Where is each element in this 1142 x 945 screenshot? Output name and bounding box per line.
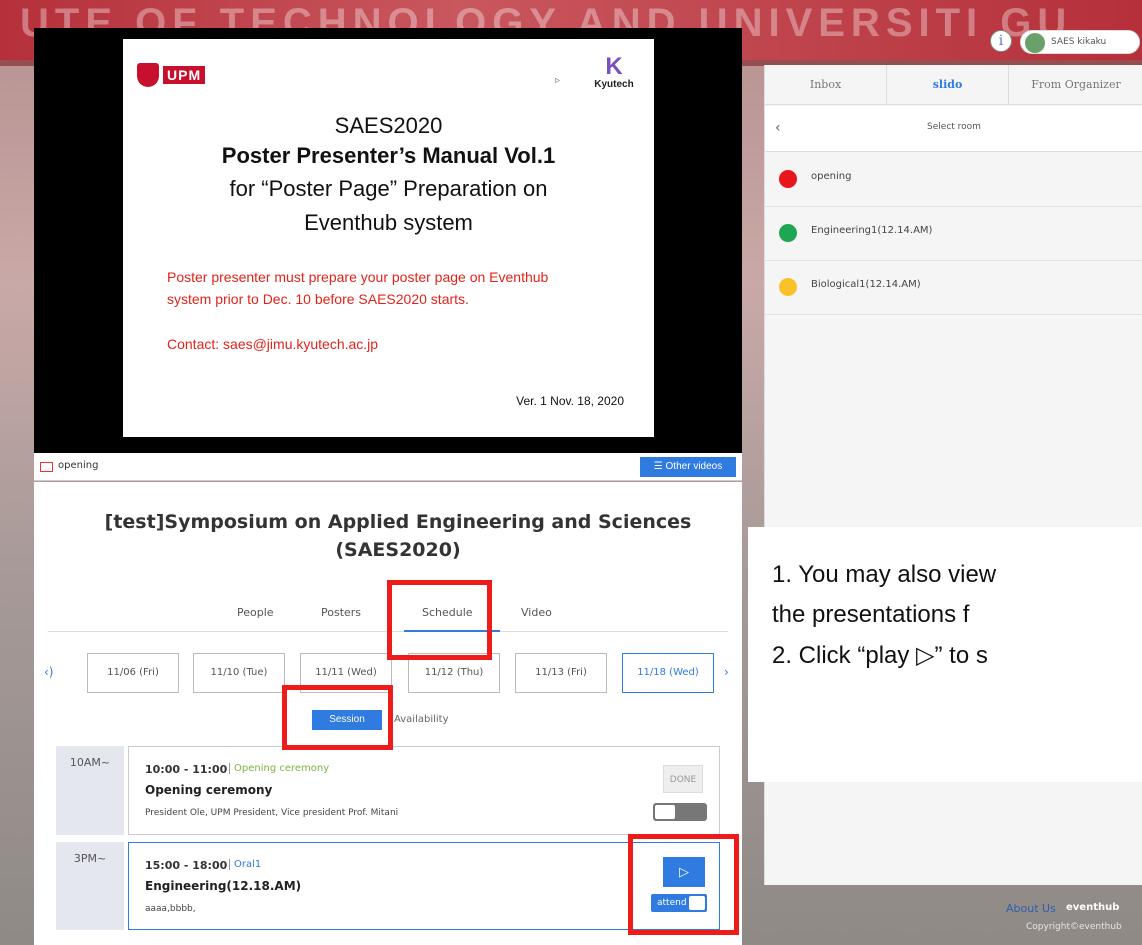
panel-tabs: Inbox slido From Organizer [765, 65, 1142, 105]
date-button[interactable]: 11/10 (Tue) [193, 653, 285, 693]
upm-logo: UPM [137, 61, 227, 89]
date-button-active[interactable]: 11/18 (Wed) [622, 653, 714, 693]
presentation-slide: UPM K Kyutech ▹ SAES2020 Poster Presente… [123, 39, 654, 437]
session-card[interactable]: 10:00 - 11:00 Opening ceremony Opening c… [128, 746, 720, 835]
room-name: opening [811, 171, 852, 182]
mouse-cursor-icon: ▹ [555, 75, 561, 86]
page-title: [test]Symposium on Applied Engineering a… [104, 511, 692, 561]
instruction-line-3: 2. Click “play ▷” to s [772, 642, 988, 669]
highlight-play-button [628, 834, 739, 935]
instruction-box: 1. You may also view the presentations f… [748, 527, 1142, 782]
slide-note-1: Poster presenter must prepare your poste… [167, 269, 549, 285]
room-name: Biological1(12.14.AM) [811, 279, 921, 290]
status-dot-icon [779, 278, 797, 296]
status-dot-icon [779, 170, 797, 188]
date-prev-button[interactable]: ‹) [44, 665, 53, 679]
avatar [1025, 33, 1045, 53]
session-description: President Ole, UPM President, Vice presi… [145, 808, 399, 818]
slide-main-title: Poster Presenter’s Manual Vol.1 [221, 143, 556, 168]
slide-subtitle-2: Eventhub system [304, 210, 473, 235]
upm-crest-icon [137, 63, 159, 87]
video-room-label: opening [58, 460, 99, 471]
session-tag: Opening ceremony [229, 763, 329, 774]
session-time: 15:00 - 18:00 [145, 859, 228, 872]
tab-slido[interactable]: slido [887, 65, 1009, 105]
time-slot: 10AM~ [56, 746, 124, 835]
room-item[interactable]: Engineering1(12.14.AM) [765, 207, 1142, 261]
other-videos-button[interactable]: ☰ Other videos [640, 457, 736, 477]
time-slot: 3PM~ [56, 842, 124, 930]
video-bar: opening ☰ Other videos [34, 453, 742, 481]
session-time: 10:00 - 11:00 [145, 763, 228, 776]
tab-video[interactable]: Video [521, 606, 552, 619]
instruction-line-1: 1. You may also view [772, 561, 997, 588]
availability-view-button[interactable]: Availability [394, 714, 449, 725]
attend-toggle[interactable] [653, 803, 707, 821]
upm-logo-text: UPM [163, 66, 206, 84]
instruction-line-2: the presentations f [772, 601, 970, 628]
date-button[interactable]: 11/13 (Fri) [515, 653, 607, 693]
date-next-button[interactable]: › [724, 665, 729, 679]
tab-inbox[interactable]: Inbox [765, 65, 887, 105]
user-menu[interactable]: SAES kikaku [1020, 30, 1140, 54]
room-name: Engineering1(12.14.AM) [811, 225, 933, 236]
slide-subtitle-1: for “Poster Page” Preparation on [229, 176, 548, 201]
session-title: Engineering(12.18.AM) [145, 879, 302, 893]
copyright: Copyright©eventhub [1026, 922, 1122, 932]
slide-contact: Contact: saes@jimu.kyutech.ac.jp [167, 336, 379, 352]
room-item[interactable]: opening [765, 153, 1142, 207]
room-header: ‹ Select room [765, 106, 1142, 152]
eventhub-logo: eventhub [1066, 902, 1120, 913]
slide-note-2: system prior to Dec. 10 before SAES2020 … [167, 291, 469, 307]
date-button[interactable]: 11/06 (Fri) [87, 653, 179, 693]
session-title: Opening ceremony [145, 783, 273, 797]
kyutech-mark-icon: K [605, 53, 623, 80]
toggle-knob [655, 805, 675, 819]
room-item[interactable]: Biological1(12.14.AM) [765, 261, 1142, 315]
highlight-session-button [282, 685, 393, 750]
camera-icon [40, 462, 53, 472]
tab-people[interactable]: People [237, 606, 274, 619]
slide-version: Ver. 1 Nov. 18, 2020 [516, 394, 624, 408]
room-header-title: Select room [927, 122, 981, 132]
highlight-schedule-tab [387, 580, 492, 660]
session-tag: Oral1 [229, 859, 261, 870]
kyutech-logo: K Kyutech [584, 55, 644, 97]
about-us-link[interactable]: About Us [1006, 902, 1056, 915]
status-dot-icon [779, 224, 797, 242]
kyutech-logo-text: Kyutech [594, 79, 634, 90]
done-badge: DONE [663, 765, 703, 793]
slide-title: SAES2020 [334, 113, 443, 138]
user-name: SAES kikaku [1051, 37, 1107, 47]
video-player[interactable]: UPM K Kyutech ▹ SAES2020 Poster Presente… [34, 28, 742, 453]
tab-posters[interactable]: Posters [321, 606, 361, 619]
tab-from-organizer[interactable]: From Organizer [1009, 65, 1142, 105]
info-icon[interactable]: i [990, 30, 1012, 52]
session-description: aaaa,bbbb, [145, 904, 196, 914]
